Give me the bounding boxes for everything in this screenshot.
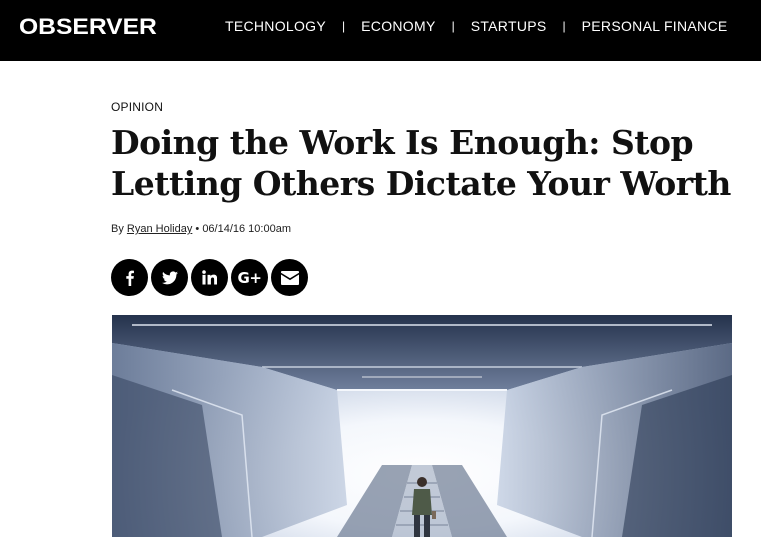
email-icon [280, 270, 299, 285]
share-linkedin-button[interactable] [191, 259, 228, 296]
nav-item-startups[interactable]: STARTUPS [471, 17, 547, 35]
twitter-icon [161, 270, 178, 285]
linkedin-icon [202, 270, 217, 285]
nav-item-personal-finance[interactable]: PERSONAL FINANCE [582, 17, 728, 35]
publish-datetime: 06/14/16 10:00am [202, 223, 291, 235]
nav-separator: | [342, 19, 346, 33]
top-navigation-bar: OBSERVER TECHNOLOGY | ECONOMY | STARTUPS… [0, 0, 761, 61]
article-kicker[interactable]: OPINION [111, 100, 163, 114]
share-twitter-button[interactable] [151, 259, 188, 296]
nav-separator: | [562, 19, 566, 33]
nav-separator: | [451, 19, 455, 33]
share-facebook-button[interactable] [111, 259, 148, 296]
escalator-station-photo [112, 315, 732, 537]
byline-prefix: By [111, 223, 124, 235]
nav-item-technology[interactable]: TECHNOLOGY [225, 17, 326, 35]
facebook-icon [122, 270, 138, 286]
author-link[interactable]: Ryan Holiday [127, 223, 192, 235]
share-email-button[interactable] [271, 259, 308, 296]
share-buttons: G+ [111, 259, 311, 296]
share-google-plus-button[interactable]: G+ [231, 259, 268, 296]
nav-item-economy[interactable]: ECONOMY [361, 17, 435, 35]
main-nav: TECHNOLOGY | ECONOMY | STARTUPS | PERSON… [225, 17, 728, 35]
hero-image[interactable] [112, 315, 732, 537]
article-title: Doing the Work Is Enough: Stop Letting O… [111, 123, 731, 203]
google-plus-icon: G+ [237, 268, 262, 287]
observer-logo[interactable]: OBSERVER [19, 14, 157, 40]
byline-dot: • [195, 223, 200, 235]
byline: By Ryan Holiday • 06/14/16 10:00am [111, 223, 291, 235]
